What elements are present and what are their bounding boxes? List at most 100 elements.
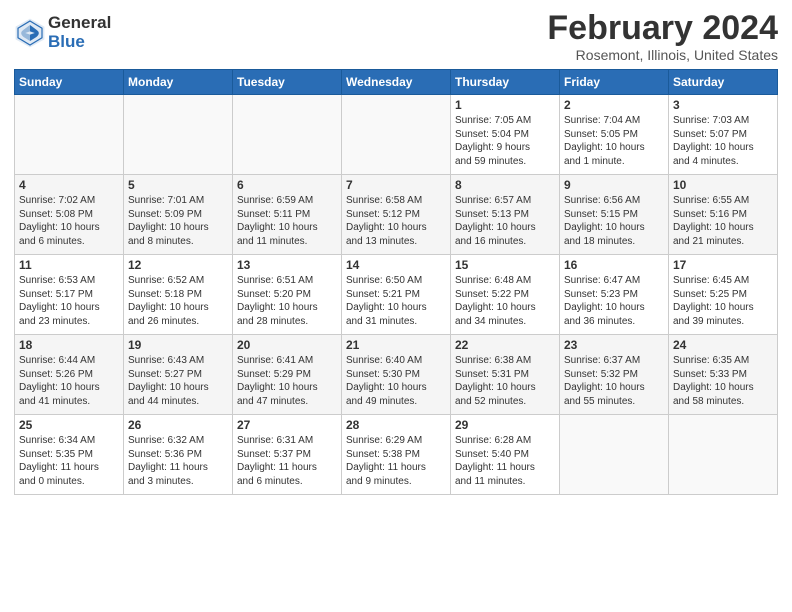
col-saturday: Saturday	[669, 70, 778, 95]
day-number: 5	[128, 178, 228, 192]
day-info: Sunrise: 6:45 AM Sunset: 5:25 PM Dayligh…	[673, 274, 773, 328]
table-row: 1 Sunrise: 7:05 AM Sunset: 5:04 PM Daylig…	[451, 95, 560, 175]
day-info: Sunrise: 7:03 AM Sunset: 5:07 PM Dayligh…	[673, 114, 773, 168]
table-row: 4 Sunrise: 7:02 AM Sunset: 5:08 PM Daylig…	[15, 175, 124, 255]
day-info: Sunrise: 6:40 AM Sunset: 5:30 PM Dayligh…	[346, 354, 446, 408]
day-number: 19	[128, 338, 228, 352]
calendar-week-row: 4 Sunrise: 7:02 AM Sunset: 5:08 PM Daylig…	[15, 175, 778, 255]
day-number: 14	[346, 258, 446, 272]
day-number: 4	[19, 178, 119, 192]
logo-icon	[14, 17, 46, 49]
table-row: 28Sunrise: 6:29 AM Sunset: 5:38 PM Dayli…	[342, 415, 451, 495]
day-number: 3	[673, 98, 773, 112]
col-thursday: Thursday	[451, 70, 560, 95]
calendar-week-row: 18 Sunrise: 6:44 AM Sunset: 5:26 PM Dayli…	[15, 335, 778, 415]
table-row	[342, 95, 451, 175]
table-row: 23 Sunrise: 6:37 AM Sunset: 5:32 PM Dayli…	[560, 335, 669, 415]
day-info: Sunrise: 6:58 AM Sunset: 5:12 PM Dayligh…	[346, 194, 446, 248]
table-row: 9 Sunrise: 6:56 AM Sunset: 5:15 PM Daylig…	[560, 175, 669, 255]
day-info: Sunrise: 6:35 AM Sunset: 5:33 PM Dayligh…	[673, 354, 773, 408]
logo-text: General Blue	[48, 14, 111, 51]
table-row: 22 Sunrise: 6:38 AM Sunset: 5:31 PM Dayli…	[451, 335, 560, 415]
day-number: 12	[128, 258, 228, 272]
day-info: Sunrise: 6:41 AM Sunset: 5:29 PM Dayligh…	[237, 354, 337, 408]
table-row	[124, 95, 233, 175]
day-number: 1	[455, 98, 555, 112]
table-row: 8 Sunrise: 6:57 AM Sunset: 5:13 PM Daylig…	[451, 175, 560, 255]
day-number: 29	[455, 418, 555, 432]
day-number: 7	[346, 178, 446, 192]
table-row: 12Sunrise: 6:52 AM Sunset: 5:18 PM Dayli…	[124, 255, 233, 335]
table-row: 7 Sunrise: 6:58 AM Sunset: 5:12 PM Daylig…	[342, 175, 451, 255]
day-info: Sunrise: 6:47 AM Sunset: 5:23 PM Dayligh…	[564, 274, 664, 328]
location: Rosemont, Illinois, United States	[547, 47, 778, 63]
day-number: 17	[673, 258, 773, 272]
day-info: Sunrise: 7:02 AM Sunset: 5:08 PM Dayligh…	[19, 194, 119, 248]
day-info: Sunrise: 6:28 AM Sunset: 5:40 PM Dayligh…	[455, 434, 555, 488]
day-info: Sunrise: 6:43 AM Sunset: 5:27 PM Dayligh…	[128, 354, 228, 408]
col-monday: Monday	[124, 70, 233, 95]
day-number: 24	[673, 338, 773, 352]
table-row: 10Sunrise: 6:55 AM Sunset: 5:16 PM Dayli…	[669, 175, 778, 255]
table-row: 13Sunrise: 6:51 AM Sunset: 5:20 PM Dayli…	[233, 255, 342, 335]
table-row: 20 Sunrise: 6:41 AM Sunset: 5:29 PM Dayli…	[233, 335, 342, 415]
table-row: 2Sunrise: 7:04 AM Sunset: 5:05 PM Daylig…	[560, 95, 669, 175]
day-number: 21	[346, 338, 446, 352]
day-number: 26	[128, 418, 228, 432]
table-row	[669, 415, 778, 495]
calendar-table: Sunday Monday Tuesday Wednesday Thursday…	[14, 69, 778, 495]
day-number: 16	[564, 258, 664, 272]
table-row	[233, 95, 342, 175]
day-info: Sunrise: 6:34 AM Sunset: 5:35 PM Dayligh…	[19, 434, 119, 488]
table-row: 21 Sunrise: 6:40 AM Sunset: 5:30 PM Dayli…	[342, 335, 451, 415]
day-info: Sunrise: 6:59 AM Sunset: 5:11 PM Dayligh…	[237, 194, 337, 248]
day-info: Sunrise: 6:37 AM Sunset: 5:32 PM Dayligh…	[564, 354, 664, 408]
day-info: Sunrise: 7:05 AM Sunset: 5:04 PM Dayligh…	[455, 114, 555, 168]
day-number: 27	[237, 418, 337, 432]
table-row: 25 Sunrise: 6:34 AM Sunset: 5:35 PM Dayli…	[15, 415, 124, 495]
col-wednesday: Wednesday	[342, 70, 451, 95]
day-info: Sunrise: 6:57 AM Sunset: 5:13 PM Dayligh…	[455, 194, 555, 248]
day-number: 8	[455, 178, 555, 192]
day-number: 6	[237, 178, 337, 192]
table-row: 11 Sunrise: 6:53 AM Sunset: 5:17 PM Dayli…	[15, 255, 124, 335]
table-row: 16 Sunrise: 6:47 AM Sunset: 5:23 PM Dayli…	[560, 255, 669, 335]
day-number: 11	[19, 258, 119, 272]
day-number: 25	[19, 418, 119, 432]
day-info: Sunrise: 6:29 AM Sunset: 5:38 PM Dayligh…	[346, 434, 446, 488]
day-info: Sunrise: 6:50 AM Sunset: 5:21 PM Dayligh…	[346, 274, 446, 328]
month-title: February 2024	[547, 10, 778, 47]
table-row	[560, 415, 669, 495]
day-info: Sunrise: 6:53 AM Sunset: 5:17 PM Dayligh…	[19, 274, 119, 328]
page-container: General Blue February 2024 Rosemont, Ill…	[0, 0, 792, 501]
table-row: 19 Sunrise: 6:43 AM Sunset: 5:27 PM Dayli…	[124, 335, 233, 415]
table-row: 6 Sunrise: 6:59 AM Sunset: 5:11 PM Daylig…	[233, 175, 342, 255]
title-area: February 2024 Rosemont, Illinois, United…	[547, 10, 778, 63]
day-info: Sunrise: 6:56 AM Sunset: 5:15 PM Dayligh…	[564, 194, 664, 248]
table-row: 5Sunrise: 7:01 AM Sunset: 5:09 PM Daylig…	[124, 175, 233, 255]
day-number: 20	[237, 338, 337, 352]
calendar-week-row: 1 Sunrise: 7:05 AM Sunset: 5:04 PM Daylig…	[15, 95, 778, 175]
day-number: 23	[564, 338, 664, 352]
day-info: Sunrise: 6:38 AM Sunset: 5:31 PM Dayligh…	[455, 354, 555, 408]
table-row: 3 Sunrise: 7:03 AM Sunset: 5:07 PM Daylig…	[669, 95, 778, 175]
day-info: Sunrise: 6:32 AM Sunset: 5:36 PM Dayligh…	[128, 434, 228, 488]
logo-blue: Blue	[48, 33, 111, 52]
table-row: 18 Sunrise: 6:44 AM Sunset: 5:26 PM Dayli…	[15, 335, 124, 415]
day-info: Sunrise: 6:44 AM Sunset: 5:26 PM Dayligh…	[19, 354, 119, 408]
table-row: 29 Sunrise: 6:28 AM Sunset: 5:40 PM Dayli…	[451, 415, 560, 495]
day-number: 9	[564, 178, 664, 192]
day-number: 2	[564, 98, 664, 112]
day-number: 13	[237, 258, 337, 272]
day-number: 22	[455, 338, 555, 352]
logo-general: General	[48, 14, 111, 33]
day-info: Sunrise: 6:48 AM Sunset: 5:22 PM Dayligh…	[455, 274, 555, 328]
table-row: 27 Sunrise: 6:31 AM Sunset: 5:37 PM Dayli…	[233, 415, 342, 495]
table-row	[15, 95, 124, 175]
day-number: 18	[19, 338, 119, 352]
header: General Blue February 2024 Rosemont, Ill…	[14, 10, 778, 63]
calendar-week-row: 25 Sunrise: 6:34 AM Sunset: 5:35 PM Dayli…	[15, 415, 778, 495]
calendar-header-row: Sunday Monday Tuesday Wednesday Thursday…	[15, 70, 778, 95]
col-friday: Friday	[560, 70, 669, 95]
day-info: Sunrise: 6:31 AM Sunset: 5:37 PM Dayligh…	[237, 434, 337, 488]
